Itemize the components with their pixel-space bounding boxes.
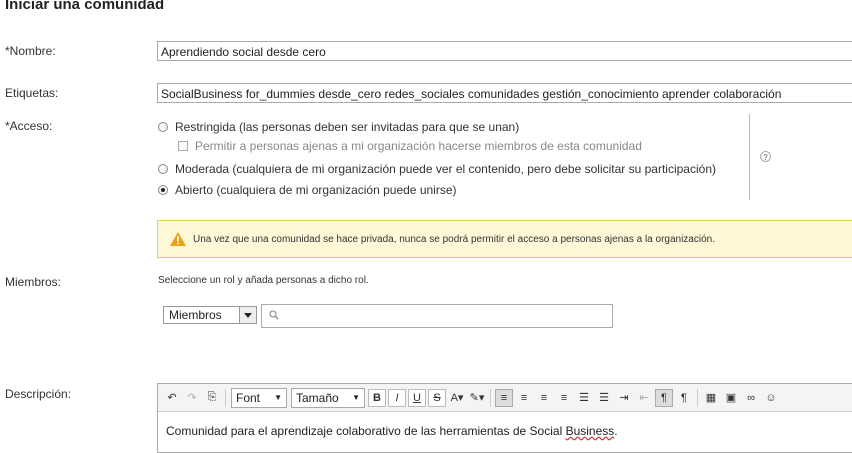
justify-icon[interactable]: ≡: [555, 389, 573, 407]
member-search-field[interactable]: [261, 304, 613, 328]
image-icon[interactable]: ▣: [722, 389, 740, 407]
external-members-option[interactable]: Permitir a personas ajenas a mi organiza…: [178, 139, 642, 153]
bulleted-list-icon[interactable]: ☰: [595, 389, 613, 407]
members-label: Miembros:: [5, 275, 62, 289]
undo-icon[interactable]: ↶: [163, 389, 181, 407]
table-icon[interactable]: ▦: [702, 389, 720, 407]
paste-icon[interactable]: ⎘: [203, 389, 221, 407]
external-members-checkbox[interactable]: [178, 141, 188, 151]
toolbar-divider: [490, 388, 491, 407]
tags-field[interactable]: SocialBusiness for_dummies desde_cero re…: [157, 83, 852, 103]
toolbar-divider: [697, 388, 698, 407]
warning-text: Una vez que una comunidad se hace privad…: [193, 233, 715, 245]
font-select[interactable]: Font ▼: [231, 387, 287, 408]
description-editor[interactable]: ↶ ↷ ⎘ Font ▼ Tamaño ▼ B I U S A▾ ✎▾ ≡ ≡ ≡ …: [157, 383, 852, 453]
warning-icon: [170, 232, 186, 246]
size-select[interactable]: Tamaño ▼: [291, 387, 365, 408]
search-icon: [269, 310, 279, 320]
radio-moderated[interactable]: [158, 164, 168, 174]
text-color-icon[interactable]: A▾: [448, 389, 466, 407]
redo-icon[interactable]: ↷: [183, 389, 201, 407]
access-option-label: Restringida (las personas deben ser invi…: [175, 120, 520, 134]
name-field[interactable]: Aprendiendo social desde cero: [157, 41, 852, 61]
bold-icon[interactable]: B: [368, 388, 386, 407]
align-left-icon[interactable]: ≡: [495, 388, 513, 407]
description-text-start: Comunidad para el aprendizaje colaborati…: [166, 424, 566, 438]
description-label: Descripción:: [5, 387, 72, 401]
numbered-list-icon[interactable]: ☰: [575, 389, 593, 407]
misspelled-word: Business: [565, 424, 615, 438]
underline-icon[interactable]: U: [408, 388, 426, 407]
role-selected-value: Miembros: [169, 308, 222, 322]
italic-icon[interactable]: I: [388, 388, 406, 407]
size-select-value: Tamaño: [296, 390, 339, 405]
editor-toolbar: ↶ ↷ ⎘ Font ▼ Tamaño ▼ B I U S A▾ ✎▾ ≡ ≡ ≡ …: [158, 384, 852, 412]
tags-label: Etiquetas:: [5, 86, 59, 100]
access-option-restricted[interactable]: Restringida (las personas deben ser invi…: [158, 120, 519, 134]
rtl-icon[interactable]: ¶: [675, 389, 693, 407]
access-option-label: Abierto (cualquiera de mi organización p…: [175, 183, 457, 197]
access-option-moderated[interactable]: Moderada (cualquiera de mi organización …: [158, 162, 716, 176]
highlight-color-icon[interactable]: ✎▾: [468, 389, 486, 407]
privacy-warning: Una vez que una comunidad se hace privad…: [157, 220, 852, 258]
link-icon[interactable]: ∞: [742, 389, 760, 407]
access-option-open[interactable]: Abierto (cualquiera de mi organización p…: [158, 183, 457, 197]
strikethrough-icon[interactable]: S: [428, 388, 446, 407]
access-label: *Acceso:: [5, 119, 53, 133]
description-text[interactable]: Comunidad para el aprendizaje colaborati…: [158, 412, 852, 450]
font-select-value: Font: [236, 390, 261, 405]
radio-restricted[interactable]: [158, 122, 168, 132]
divider: [749, 114, 750, 200]
members-hint: Seleccione un rol y añada personas a dic…: [158, 275, 369, 286]
outdent-icon[interactable]: ⇤: [635, 389, 653, 407]
indent-icon[interactable]: ⇥: [615, 389, 633, 407]
member-search-input[interactable]: [284, 308, 608, 324]
role-select[interactable]: Miembros: [163, 306, 257, 324]
chevron-down-icon[interactable]: [239, 307, 256, 323]
radio-open[interactable]: [158, 185, 168, 195]
question-mark-icon[interactable]: ?: [760, 151, 771, 162]
access-option-label: Moderada (cualquiera de mi organización …: [175, 162, 716, 176]
smiley-icon[interactable]: ☺: [762, 389, 780, 407]
toolbar-divider: [225, 388, 226, 407]
name-label: *Nombre:: [5, 44, 56, 58]
ltr-icon[interactable]: ¶: [655, 388, 673, 407]
page-title: Iniciar una comunidad: [5, 0, 165, 13]
external-members-label: Permitir a personas ajenas a mi organiza…: [195, 139, 642, 153]
align-center-icon[interactable]: ≡: [515, 389, 533, 407]
description-text-end: .: [614, 424, 618, 438]
align-right-icon[interactable]: ≡: [535, 389, 553, 407]
